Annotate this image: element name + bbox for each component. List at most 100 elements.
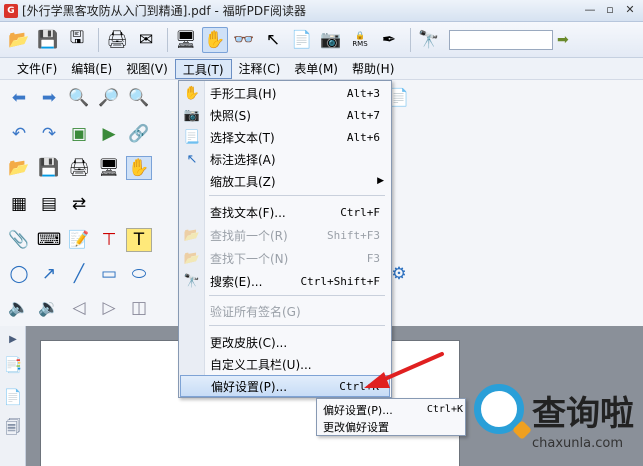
page-rotate-icon[interactable]: ⇄ — [66, 192, 92, 216]
hand-icon[interactable]: ✋ — [202, 26, 228, 53]
typewriter-icon[interactable]: ⌨ — [36, 228, 62, 252]
menu-item-shortcut: Alt+7 — [346, 108, 380, 122]
menu-edit[interactable]: 编辑(E) — [64, 59, 119, 79]
watermark: 查询啦 chaxunla.com — [470, 378, 640, 462]
snapshot-icon[interactable]: 📷 — [318, 27, 344, 53]
menu-view[interactable]: 视图(V) — [119, 59, 175, 79]
pages-icon[interactable]: 📄 — [2, 384, 24, 410]
open-icon[interactable]: 📂 — [6, 27, 32, 53]
rms-label: RMS — [352, 40, 368, 48]
maximize-button[interactable]: ▫ — [601, 2, 619, 18]
menu-item-label: 搜索(E)... — [210, 274, 263, 289]
search-go-icon[interactable]: ➡ — [557, 30, 575, 50]
attach-icon[interactable]: 📎 — [6, 228, 32, 252]
comment-toolbar: 📎 ⌨ 📝 ⊤ T — [6, 228, 156, 252]
page-insert-icon[interactable]: ▤ — [36, 192, 62, 216]
submenu-arrow-icon: ▶ — [377, 176, 384, 186]
zoom-glass-icon[interactable]: 👓 — [231, 27, 257, 53]
rectangle-icon[interactable]: ▭ — [96, 262, 122, 286]
menu-item-customize-toolbar[interactable]: 自定义工具栏(U)... — [180, 353, 390, 375]
menu-item-change-skin[interactable]: 更改皮肤(C)... — [180, 331, 390, 353]
audio-prev-icon[interactable]: ◁ — [66, 296, 92, 320]
watermark-domain: chaxunla.com — [532, 436, 623, 451]
layers-icon[interactable]: 🗐 — [2, 416, 24, 442]
text-select-icon[interactable]: 📄 — [289, 27, 315, 53]
binoculars-icon[interactable]: 🔭 — [416, 27, 442, 53]
note-icon[interactable]: 📝 — [66, 228, 92, 252]
arrow-line-icon[interactable]: ↗ — [36, 262, 62, 286]
menu-item-annotation-select[interactable]: ↖ 标注选择(A) — [180, 148, 390, 170]
save-icon[interactable]: 💾 — [36, 156, 62, 180]
rms-icon[interactable]: 🔒 RMS — [347, 27, 373, 53]
hand-icon: ✋ — [183, 85, 201, 101]
menu-item-find-text[interactable]: 查找文本(F)... Ctrl+F — [180, 201, 390, 223]
app-logo-icon: G — [4, 3, 18, 18]
screen-icon[interactable]: 🖥 — [173, 27, 199, 53]
image-icon[interactable]: ▣ — [66, 122, 92, 146]
menu-item-verify-signatures: 验证所有签名(G) — [180, 300, 390, 322]
window-title: [外行学黑客攻防从入门到精通].pdf - 福昕PDF阅读器 — [22, 4, 306, 18]
submenu-item-change-preferences[interactable]: 更改偏好设置 — [319, 418, 465, 435]
submenu-item-label: 更改偏好设置 — [323, 420, 389, 434]
hand-icon[interactable]: ✋ — [126, 156, 152, 180]
menu-item-shortcut: Ctrl+K — [339, 379, 379, 393]
zoom-out-icon[interactable]: 🔍 — [126, 86, 152, 110]
minimize-button[interactable]: — — [581, 2, 599, 18]
menu-item-label: 选择文本(T) — [210, 130, 275, 145]
toolbar-separator — [410, 27, 411, 52]
menu-comment[interactable]: 注释(C) — [232, 59, 288, 79]
drawing-toolbar: ◯ ↗ ╱ ▭ ⬭ — [6, 262, 156, 286]
window-controls: — ▫ ✕ — [581, 2, 639, 18]
submenu-item-shortcut: Ctrl+K — [426, 404, 463, 415]
menu-item-shortcut: Alt+3 — [346, 86, 380, 100]
find-prev-icon: 📂 — [183, 227, 201, 243]
ellipse-icon[interactable]: ⬭ — [126, 262, 152, 286]
page-layout-icon[interactable]: ▦ — [6, 192, 32, 216]
menu-item-label: 更改皮肤(C)... — [210, 335, 288, 350]
textbox-icon[interactable]: ⊤ — [96, 228, 122, 252]
panel-collapse-icon[interactable]: ▶ — [2, 332, 24, 346]
menu-item-select-text[interactable]: 📃 选择文本(T) Alt+6 — [180, 126, 390, 148]
select-icon[interactable]: ↖ — [260, 27, 286, 53]
play-icon[interactable]: ▶ — [96, 122, 122, 146]
text-select-icon: 📃 — [183, 129, 201, 145]
title-bar: G [外行学黑客攻防从入门到精通].pdf - 福昕PDF阅读器 — ▫ ✕ — [0, 0, 643, 22]
redo-icon[interactable]: ↷ — [36, 122, 62, 146]
open-icon[interactable]: 📂 — [6, 156, 32, 180]
speaker-icon[interactable]: 🔈 — [6, 296, 32, 320]
menu-file[interactable]: 文件(F) — [10, 59, 64, 79]
circle-icon[interactable]: ◯ — [6, 262, 32, 286]
menu-form[interactable]: 表单(M) — [287, 59, 345, 79]
speaker-settings-icon[interactable]: 🔉 — [36, 296, 62, 320]
save-icon[interactable]: 💾 — [35, 27, 61, 53]
menu-help[interactable]: 帮助(H) — [345, 59, 401, 79]
zoom-region-icon[interactable]: 🔎 — [96, 86, 122, 110]
print-icon[interactable]: 🖨 — [104, 27, 130, 53]
menu-item-hand-tool[interactable]: ✋ 手形工具(H) Alt+3 — [180, 82, 390, 104]
forward-arrow-icon[interactable]: ➡ — [36, 86, 62, 110]
menu-item-snapshot[interactable]: 📷 快照(S) Alt+7 — [180, 104, 390, 126]
submenu-item-preferences[interactable]: 偏好设置(P)... Ctrl+K — [319, 401, 465, 418]
audio-next-icon[interactable]: ▷ — [96, 296, 122, 320]
email-icon[interactable]: ✉ — [133, 27, 159, 53]
menu-item-preferences[interactable]: 偏好设置(P)... Ctrl+K — [180, 375, 390, 397]
zoom-in-icon[interactable]: 🔍 — [66, 86, 92, 110]
menu-item-zoom-tools[interactable]: 缩放工具(Z) ▶ — [180, 170, 390, 192]
menu-tools[interactable]: 工具(T) — [174, 58, 232, 79]
text-tool-icon[interactable]: T — [126, 228, 152, 252]
menu-item-label: 查找文本(F)... — [210, 205, 286, 220]
close-button[interactable]: ✕ — [621, 2, 639, 18]
sign-icon[interactable]: ✒ — [376, 27, 402, 53]
line-icon[interactable]: ╱ — [66, 262, 92, 286]
link-icon[interactable]: 🔗 — [126, 122, 152, 146]
back-arrow-icon[interactable]: ⬅ — [6, 86, 32, 110]
menu-item-search[interactable]: 🔭 搜索(E)... Ctrl+Shift+F — [180, 270, 390, 292]
bookmarks-icon[interactable]: 📑 — [2, 352, 24, 378]
audio-stop-icon[interactable]: ◫ — [126, 296, 152, 320]
toolbar-separator — [98, 27, 99, 52]
search-input[interactable] — [449, 29, 553, 50]
print-icon[interactable]: 🖨 — [66, 156, 92, 180]
save-as-icon[interactable]: 🖫 — [64, 27, 90, 53]
screen-icon[interactable]: 🖥 — [96, 156, 122, 180]
undo-icon[interactable]: ↶ — [6, 122, 32, 146]
